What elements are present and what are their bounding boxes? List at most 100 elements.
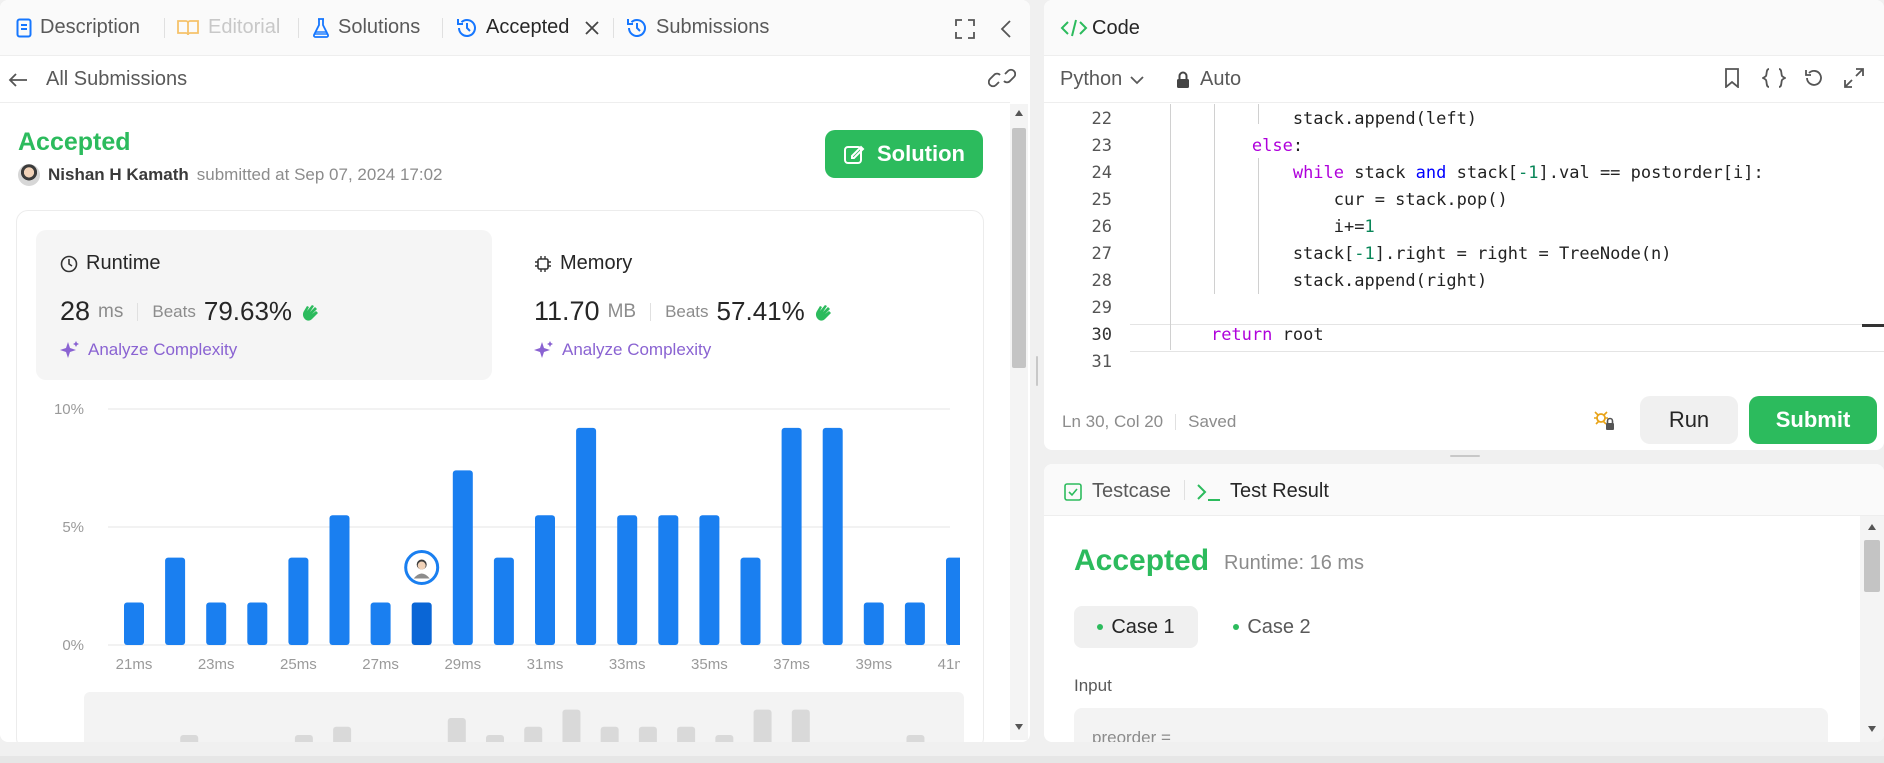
left-scrollbar[interactable] xyxy=(1010,104,1028,740)
x-tick-label: 41ms xyxy=(938,656,960,673)
minimap-bar xyxy=(562,709,581,742)
bar[interactable] xyxy=(535,515,555,645)
history-icon xyxy=(626,17,648,39)
case-1-tab[interactable]: Case 1 xyxy=(1074,606,1198,648)
format-braces-icon[interactable] xyxy=(1762,68,1786,88)
tab-description[interactable]: Description xyxy=(16,16,140,39)
bar[interactable] xyxy=(370,602,391,645)
bar[interactable] xyxy=(617,515,638,645)
bar[interactable] xyxy=(740,557,761,645)
bar[interactable] xyxy=(247,602,268,645)
all-submissions-link[interactable]: All Submissions xyxy=(8,68,187,91)
solution-button[interactable]: Solution xyxy=(825,130,983,178)
memory-analyze-link[interactable]: Analyze Complexity xyxy=(534,340,711,360)
bar[interactable] xyxy=(452,470,473,645)
minimap-bar xyxy=(447,717,466,742)
bar[interactable] xyxy=(329,515,350,645)
tab-description-label: Description xyxy=(40,16,141,38)
bar[interactable] xyxy=(904,602,925,645)
memory-box[interactable]: Memory 11.70 MB Beats 57.41% Analyze Com… xyxy=(510,230,970,380)
bar[interactable] xyxy=(576,427,597,645)
bar[interactable] xyxy=(658,515,679,645)
y-tick-label: 0% xyxy=(62,637,84,654)
language-label: Python xyxy=(1060,68,1123,90)
run-button[interactable]: Run xyxy=(1640,396,1738,444)
horizontal-splitter[interactable] xyxy=(1044,452,1884,462)
tab-editorial[interactable]: Editorial xyxy=(176,16,280,39)
line-number: 30 xyxy=(1091,325,1112,345)
bar[interactable] xyxy=(781,427,802,645)
memory-beats-value: 57.41% xyxy=(716,296,805,326)
test-scrollbar[interactable] xyxy=(1860,516,1884,742)
tab-testcase-label: Testcase xyxy=(1092,480,1171,502)
bookmark-icon[interactable] xyxy=(1724,68,1740,88)
bar[interactable] xyxy=(946,557,960,645)
bar[interactable] xyxy=(206,602,227,645)
clock-icon xyxy=(60,255,78,273)
bar[interactable] xyxy=(822,427,843,645)
cursor-position: Ln 30, Col 20 xyxy=(1062,412,1164,431)
runtime-box[interactable]: Runtime 28 ms Beats 79.63% Analyze Compl… xyxy=(36,230,492,380)
code-line[interactable]: 24 while stack and stack[-1].val == post… xyxy=(1044,160,1884,187)
expand-icon[interactable] xyxy=(1844,68,1864,88)
line-number: 29 xyxy=(1091,298,1112,318)
runtime-distribution-chart[interactable]: 10% 5% 0% 21ms 23ms 25ms 27ms 29ms 31ms 33ms 35ms 3… xyxy=(40,395,960,685)
auto-mode-toggle[interactable]: Auto xyxy=(1176,68,1241,91)
case-2-tab[interactable]: Case 2 xyxy=(1212,606,1332,648)
code-line[interactable]: 22 stack.append(left) xyxy=(1044,106,1884,133)
code-line[interactable]: 26 i+=1 xyxy=(1044,214,1884,241)
collapse-left-icon[interactable] xyxy=(1000,19,1012,39)
tab-accepted[interactable]: Accepted xyxy=(456,16,600,39)
input-box[interactable]: preorder = xyxy=(1074,708,1828,742)
tab-testcase[interactable]: Testcase xyxy=(1064,480,1171,503)
code-line[interactable]: 25 cur = stack.pop() xyxy=(1044,187,1884,214)
bar[interactable] xyxy=(493,557,514,645)
code-line[interactable]: 28 stack.append(right) xyxy=(1044,268,1884,295)
line-number: 24 xyxy=(1091,163,1112,183)
bar[interactable] xyxy=(124,602,144,645)
code-line[interactable]: 29 xyxy=(1044,295,1884,322)
bar[interactable] xyxy=(699,515,720,645)
auto-mode-label: Auto xyxy=(1200,68,1242,90)
tab-test-result[interactable]: Test Result xyxy=(1196,480,1329,503)
bar[interactable] xyxy=(863,602,884,645)
reset-icon[interactable] xyxy=(1804,68,1824,88)
vertical-splitter[interactable] xyxy=(1032,0,1042,742)
y-tick-label: 10% xyxy=(54,401,84,418)
code-title: Code xyxy=(1092,17,1140,39)
code-panel: Code Python Auto 22 stack.append(left) 2… xyxy=(1044,0,1884,450)
submit-button-label: Submit xyxy=(1775,407,1851,432)
code-line[interactable]: 23 else: xyxy=(1044,133,1884,160)
x-tick-label: 27ms xyxy=(362,656,399,673)
all-submissions-label: All Submissions xyxy=(46,68,188,90)
chart-minimap[interactable] xyxy=(84,692,964,742)
submit-button[interactable]: Submit xyxy=(1749,396,1877,444)
code-line[interactable]: 31 xyxy=(1044,349,1884,376)
line-number: 28 xyxy=(1091,271,1112,291)
tab-solutions[interactable]: Solutions xyxy=(312,16,420,39)
bar[interactable] xyxy=(288,557,309,645)
author-name[interactable]: Nishan H Kamath xyxy=(48,165,189,185)
maximize-icon[interactable] xyxy=(955,19,975,39)
runtime-beats-label: Beats xyxy=(152,301,196,321)
x-tick-label: 33ms xyxy=(609,656,646,673)
tab-submissions[interactable]: Submissions xyxy=(626,16,769,39)
close-icon[interactable] xyxy=(585,20,600,35)
debug-lock-icon[interactable] xyxy=(1592,408,1616,432)
line-number: 31 xyxy=(1091,352,1112,372)
minimap-bar xyxy=(524,726,543,742)
language-select[interactable]: Python xyxy=(1060,68,1144,91)
avatar[interactable] xyxy=(18,164,40,186)
bar[interactable] xyxy=(165,557,186,645)
runtime-analyze-label: Analyze Complexity xyxy=(88,340,238,359)
bar[interactable] xyxy=(411,602,432,645)
code-editor[interactable]: 22 stack.append(left) 23 else: 24 while st… xyxy=(1044,104,1884,384)
code-line[interactable]: 30 return root xyxy=(1044,322,1884,349)
link-icon[interactable] xyxy=(988,68,1016,88)
tab-accepted-label: Accepted xyxy=(486,16,570,38)
code-line[interactable]: 27 stack[-1].right = right = TreeNode(n) xyxy=(1044,241,1884,268)
case-2-label: Case 2 xyxy=(1247,615,1311,638)
x-tick-label: 39ms xyxy=(855,656,892,673)
runtime-analyze-link[interactable]: Analyze Complexity xyxy=(60,340,237,360)
submitted-time: submitted at Sep 07, 2024 17:02 xyxy=(196,165,443,184)
